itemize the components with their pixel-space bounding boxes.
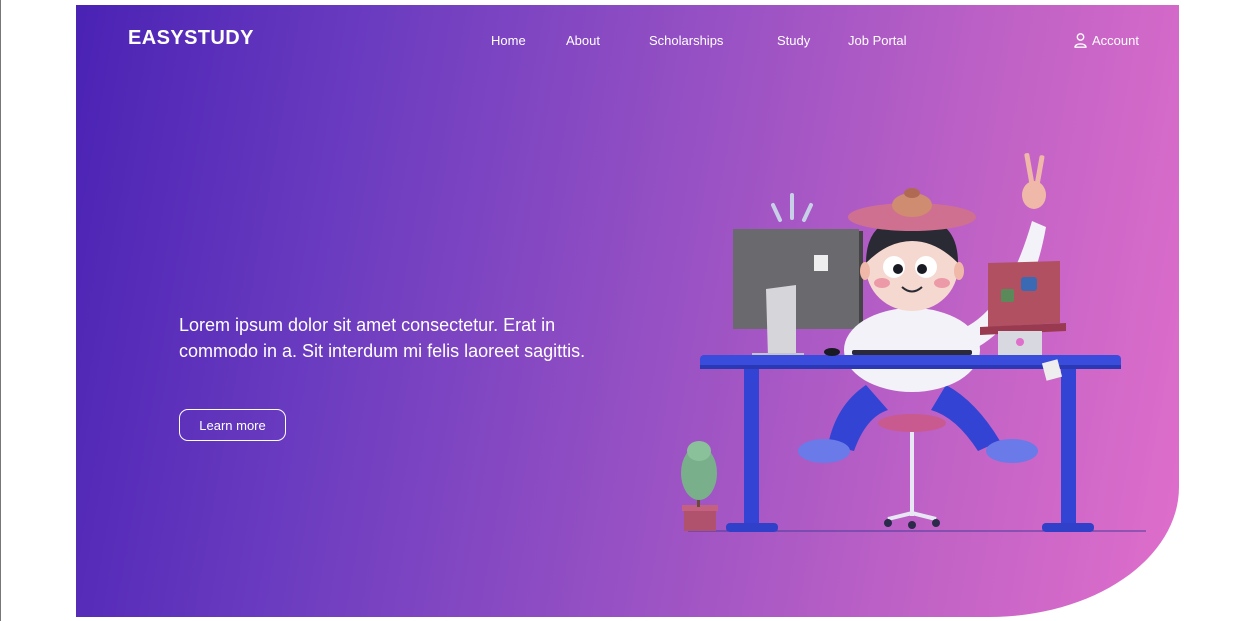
nav-link-home[interactable]: Home [491,33,526,48]
desk-illustration [681,153,1146,532]
sparkle-marks [771,193,813,222]
nav-link-about[interactable]: About [566,33,600,48]
account-link[interactable]: Account [1074,33,1139,48]
hero-description: Lorem ipsum dolor sit amet consectetur. … [179,315,586,361]
keyboard [852,350,972,355]
office-chair [878,414,946,529]
brand-logo[interactable]: EASYSTUDY [128,27,254,50]
mouse [824,348,840,356]
account-label: Account [1092,33,1139,48]
learn-more-button[interactable]: Learn more [179,409,286,441]
monitor [733,229,863,359]
nav-link-scholarships[interactable]: Scholarships [649,33,723,48]
nav-link-job-portal[interactable]: Job Portal [848,33,907,48]
page-edge-line [0,0,1,621]
user-icon [1074,33,1087,48]
hero-section: EASYSTUDY Home About Scholarships Study … [76,5,1179,617]
potted-plant-icon [681,441,718,531]
nav-link-study[interactable]: Study [777,33,810,48]
